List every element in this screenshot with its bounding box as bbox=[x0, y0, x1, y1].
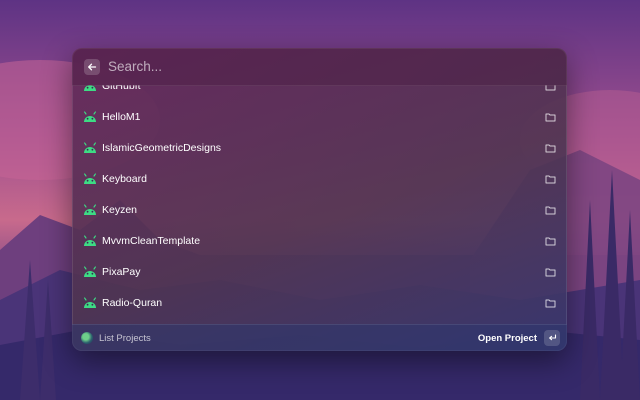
list-item[interactable]: IslamicGeometricDesigns bbox=[72, 132, 567, 163]
android-icon bbox=[84, 234, 96, 246]
list-item[interactable]: HelloM1 bbox=[72, 101, 567, 132]
project-list: GitHubIt HelloM1 IslamicGeometricDesigns Ke… bbox=[72, 85, 567, 325]
android-icon bbox=[84, 110, 96, 122]
project-name: Radio-Quran bbox=[102, 296, 163, 309]
folder-icon[interactable] bbox=[545, 298, 556, 308]
folder-icon[interactable] bbox=[545, 174, 556, 184]
list-item[interactable]: Keyboard bbox=[72, 163, 567, 194]
folder-icon[interactable] bbox=[545, 143, 556, 153]
android-icon bbox=[84, 265, 96, 277]
search-bar bbox=[72, 48, 567, 86]
folder-icon[interactable] bbox=[545, 236, 556, 246]
project-name: MvvmCleanTemplate bbox=[102, 234, 201, 247]
android-icon bbox=[84, 172, 96, 184]
list-item[interactable]: Radio-Quran bbox=[72, 287, 567, 318]
project-name: IslamicGeometricDesigns bbox=[102, 141, 222, 154]
extension-icon bbox=[81, 332, 93, 344]
enter-key-button[interactable] bbox=[544, 330, 560, 346]
android-icon bbox=[84, 296, 96, 308]
android-icon bbox=[84, 203, 96, 215]
arrow-left-icon bbox=[88, 63, 97, 70]
back-button[interactable] bbox=[84, 58, 100, 75]
return-key-icon bbox=[548, 334, 556, 341]
project-name: PixaPay bbox=[102, 265, 141, 278]
folder-icon[interactable] bbox=[545, 205, 556, 215]
project-name: Keyboard bbox=[102, 172, 147, 185]
open-project-action[interactable]: Open Project bbox=[478, 333, 537, 344]
list-item[interactable]: Keyzen bbox=[72, 194, 567, 225]
folder-icon[interactable] bbox=[545, 267, 556, 277]
action-bar: List Projects Open Project bbox=[72, 324, 567, 351]
command-title: List Projects bbox=[99, 332, 151, 344]
search-input[interactable] bbox=[106, 58, 530, 75]
folder-icon[interactable] bbox=[545, 112, 556, 122]
project-name: HelloM1 bbox=[102, 110, 141, 123]
project-name: Keyzen bbox=[102, 203, 138, 216]
android-icon bbox=[84, 141, 96, 153]
list-item[interactable]: PixaPay bbox=[72, 256, 567, 287]
command-palette: GitHubIt HelloM1 IslamicGeometricDesigns Ke… bbox=[72, 48, 567, 351]
list-item[interactable]: MvvmCleanTemplate bbox=[72, 225, 567, 256]
list-item[interactable]: GitHubIt bbox=[72, 85, 567, 101]
